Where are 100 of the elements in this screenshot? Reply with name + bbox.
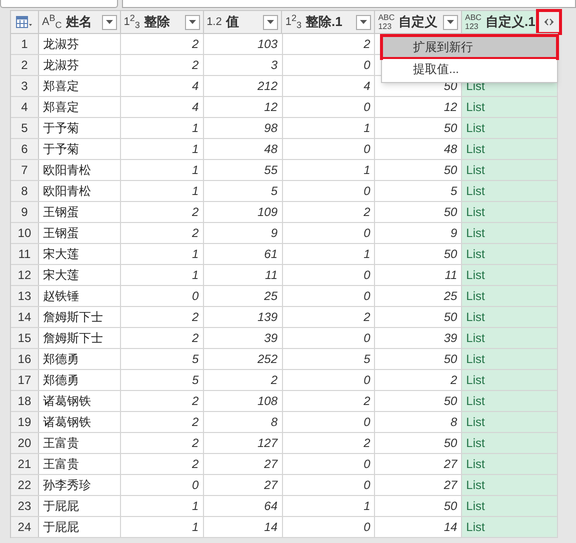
- row-number: 11: [11, 244, 39, 264]
- table-cell: 赵铁锤: [38, 286, 121, 306]
- table-cell: 127: [204, 433, 282, 453]
- table-cell: 2: [120, 55, 204, 75]
- table-cell: 詹姆斯下士: [38, 307, 121, 327]
- table-cell: 1: [282, 496, 376, 516]
- row-number: 21: [11, 454, 39, 474]
- table-cell: 诸葛钢铁: [38, 412, 121, 432]
- table-cell: 11: [204, 265, 282, 285]
- table-cell: 2: [282, 307, 376, 327]
- table-cell: 5: [375, 181, 462, 201]
- row-number: 10: [11, 223, 39, 243]
- table-cell: 2: [120, 391, 204, 411]
- table-cell: 61: [204, 244, 282, 264]
- table-cell: 2: [120, 433, 204, 453]
- table-cell: 14: [204, 517, 282, 537]
- table-icon: [16, 16, 32, 28]
- row-number: 24: [11, 517, 39, 537]
- table-cell: List: [462, 202, 558, 222]
- filter-dropdown-button[interactable]: [102, 14, 117, 30]
- table-cell: 王钢蛋: [38, 202, 121, 222]
- table-cell: List: [462, 517, 558, 537]
- filter-dropdown-button[interactable]: [263, 14, 278, 30]
- table-cell: 郑喜定: [38, 97, 121, 117]
- column-header[interactable]: 1.2 值: [204, 11, 282, 33]
- table-cell: 3: [204, 55, 282, 75]
- table-cell: 103: [204, 34, 282, 54]
- input-field[interactable]: [122, 0, 576, 8]
- type-icon: 1.2: [206, 16, 222, 28]
- table-cell: 龙淑芬: [38, 34, 121, 54]
- table-cell: 0: [282, 412, 376, 432]
- filter-dropdown-button[interactable]: [184, 14, 200, 30]
- table-cell: 欧阳青松: [38, 160, 121, 180]
- table-cell: 0: [120, 475, 204, 495]
- table-cell: 5: [282, 349, 376, 369]
- table-cell: 27: [375, 454, 462, 474]
- table-cell: 8: [375, 412, 462, 432]
- column-title: 整除: [144, 13, 171, 32]
- table-cell: List: [462, 265, 558, 285]
- table-cell: 0: [120, 286, 204, 306]
- table-cell: 于予菊: [38, 139, 121, 159]
- table-cell: 王富贵: [38, 433, 121, 453]
- column-title: 自定义.1: [485, 13, 536, 32]
- table-cell: 12: [375, 97, 462, 117]
- table-cell: 0: [282, 328, 376, 348]
- table-cell: 50: [375, 391, 462, 411]
- table-cell: 宋大莲: [38, 265, 121, 285]
- table-cell: 1: [120, 496, 204, 516]
- table-cell: 108: [204, 391, 282, 411]
- table-cell: 郑德勇: [38, 370, 121, 390]
- table-cell: List: [462, 160, 558, 180]
- input-field[interactable]: [0, 0, 118, 8]
- table-cell: 0: [282, 370, 376, 390]
- table-cell: 0: [282, 286, 376, 306]
- table-cell: 9: [375, 223, 462, 243]
- table-cell: List: [462, 475, 558, 495]
- table-cell: 212: [204, 76, 282, 96]
- table-cell: 2: [120, 202, 204, 222]
- table-cell: 王钢蛋: [38, 223, 121, 243]
- table-cell: 龙淑芬: [38, 55, 121, 75]
- table-cell: 5: [120, 370, 204, 390]
- row-number: 1: [11, 34, 39, 54]
- table-cell: 50: [375, 433, 462, 453]
- table-cell: 孙李秀珍: [38, 475, 121, 495]
- table-cell: 109: [204, 202, 282, 222]
- table-cell: 1: [120, 517, 204, 537]
- table-cell: 8: [204, 412, 282, 432]
- table-cell: 50: [375, 244, 462, 264]
- expand-column-button[interactable]: [539, 12, 560, 32]
- row-number: 9: [11, 202, 39, 222]
- table-cell: List: [462, 223, 558, 243]
- table-cell: 宋大莲: [38, 244, 121, 264]
- table-cell: 98: [204, 118, 282, 138]
- table-cell: 1: [120, 139, 204, 159]
- table-cell: 于予菊: [38, 118, 121, 138]
- table-cell: List: [462, 244, 558, 264]
- menu-item[interactable]: 扩展到新行: [383, 37, 556, 57]
- row-number: 3: [11, 76, 39, 96]
- table-cell: 39: [204, 328, 282, 348]
- filter-dropdown-button[interactable]: [356, 14, 372, 30]
- table-cell: 1: [120, 244, 204, 264]
- table-cell: List: [462, 412, 558, 432]
- table-cell: 50: [375, 202, 462, 222]
- table-cell: 27: [204, 454, 282, 474]
- table-cell: List: [462, 118, 558, 138]
- table-cell: List: [462, 139, 558, 159]
- row-number: 7: [11, 160, 39, 180]
- table-cell: 50: [375, 349, 462, 369]
- table-cell: List: [462, 286, 558, 306]
- table-cell: 郑德勇: [38, 349, 121, 369]
- row-number: 22: [11, 475, 39, 495]
- filter-dropdown-button[interactable]: [443, 14, 458, 30]
- row-number: 15: [11, 328, 39, 348]
- table-cell: 0: [282, 97, 376, 117]
- table-cell: 48: [204, 139, 282, 159]
- row-number: 14: [11, 307, 39, 327]
- table-cell: 2: [120, 223, 204, 243]
- table-cell: 2: [120, 412, 204, 432]
- table-cell: 25: [204, 286, 282, 306]
- table-cell: List: [462, 97, 558, 117]
